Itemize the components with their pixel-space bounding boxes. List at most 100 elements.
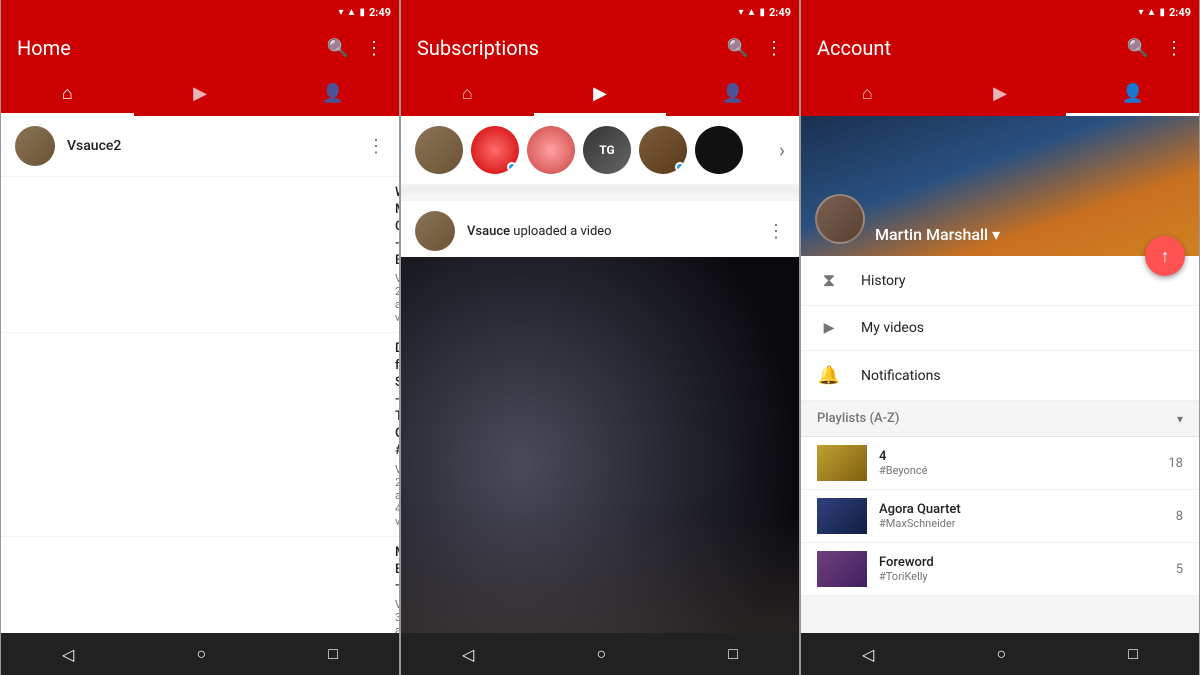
channel-menu-vsauce2[interactable]: ⋮ xyxy=(367,136,385,157)
playlist-item-agora[interactable]: Agora Quartet #MaxSchneider 8 xyxy=(801,490,1199,543)
signal-icon: ▲ xyxy=(347,7,357,18)
feed-thumb-vsauce[interactable]: 11:48 xyxy=(401,257,799,633)
tab-subs-home[interactable]: ▶ xyxy=(134,72,267,116)
feed-menu-vsauce[interactable]: ⋮ xyxy=(767,221,785,242)
video-item-2[interactable]: 4:33 Dying for Science -- Thought Glass … xyxy=(1,333,399,535)
sub-avatar-2[interactable] xyxy=(471,126,519,174)
playlist-thumb-foreword xyxy=(817,551,867,587)
search-icon-home[interactable]: 🔍 xyxy=(327,38,349,59)
nav-back-home[interactable]: ◁ xyxy=(62,645,74,664)
menu-item-notifications[interactable]: 🔔 Notifications xyxy=(801,351,1199,401)
tab-subs-account[interactable]: ▶ xyxy=(934,72,1067,116)
account-tab-icon-account: 👤 xyxy=(1121,83,1143,104)
app-bar-actions: 🔍 ⋮ xyxy=(327,38,383,59)
subs-tab-icon-subs: ▶ xyxy=(593,83,607,104)
status-bar-account: ▾ ▲ ▮ 2:49 xyxy=(801,0,1199,24)
sub-avatar-3[interactable] xyxy=(527,126,575,174)
nav-recent-home[interactable]: □ xyxy=(328,644,338,664)
video-item-3[interactable]: 5:11 MONSTER EYEBALL -- LÜT #53 Vsauce23… xyxy=(1,537,399,633)
subs-tab-icon-account: ▶ xyxy=(993,83,1007,104)
tab-account-subs[interactable]: 👤 xyxy=(666,72,799,116)
tab-bar-account: ⌂ ▶ 👤 xyxy=(801,72,1199,116)
more-icon-account[interactable]: ⋮ xyxy=(1165,38,1183,59)
nav-back-account[interactable]: ◁ xyxy=(862,645,874,664)
nav-home-account[interactable]: ○ xyxy=(996,644,1006,664)
account-user-row: Martin Marshall ▾ xyxy=(815,194,1185,244)
status-bar-home: ▾ ▲ ▮ 2:49 xyxy=(1,0,399,24)
home-tab-icon-subs: ⌂ xyxy=(462,83,473,104)
playlists-title: Playlists (A-Z) xyxy=(817,411,1177,426)
account-avatar[interactable] xyxy=(815,194,865,244)
sub-dot-5 xyxy=(675,162,685,172)
status-icons-subs: ▾ ▲ ▮ xyxy=(739,7,765,18)
search-icon-subs[interactable]: 🔍 xyxy=(727,38,749,59)
subs-tab-icon: ▶ xyxy=(193,83,207,104)
video-title-1: Wearable Mood Controller -- Mind Blow #9… xyxy=(395,185,399,269)
subs-content: TG › Vsauce uploaded a video ⋮ 11:48 xyxy=(401,116,799,633)
feed-uploader-avatar-vsauce xyxy=(415,211,455,251)
playlist-item-beyonce[interactable]: 4 #Beyoncé 18 xyxy=(801,437,1199,490)
phone-home: ▾ ▲ ▮ 2:49 Home 🔍 ⋮ ⌂ ▶ 👤 xyxy=(0,0,400,675)
scroll-arrow[interactable]: › xyxy=(779,138,785,162)
nav-home-home[interactable]: ○ xyxy=(196,644,206,664)
sub-avatar-1[interactable] xyxy=(415,126,463,174)
menu-item-history[interactable]: ⧗ History xyxy=(801,256,1199,306)
playlist-count-foreword: 5 xyxy=(1176,562,1183,577)
playlist-name-foreword: Foreword xyxy=(879,555,1176,570)
playlist-item-foreword[interactable]: Foreword #ToriKelly 5 xyxy=(801,543,1199,596)
playlist-info-foreword: Foreword #ToriKelly xyxy=(879,555,1176,583)
playlist-count-beyonce: 18 xyxy=(1168,456,1183,471)
nav-recent-subs[interactable]: □ xyxy=(728,644,738,664)
app-title-account: Account xyxy=(817,36,891,60)
status-bar-subs: ▾ ▲ ▮ 2:49 xyxy=(401,0,799,24)
signal-icon-account: ▲ xyxy=(1147,7,1157,18)
home-content: Vsauce2 ⋮ 5:41 Wearable Mood Controller … xyxy=(1,116,399,633)
tab-home-account[interactable]: ⌂ xyxy=(801,72,934,116)
upload-button[interactable]: ↑ xyxy=(1145,236,1185,276)
account-name-row: Martin Marshall ▾ xyxy=(875,225,1185,244)
playlists-sort-icon[interactable]: ▾ xyxy=(1177,412,1183,426)
video-title-3: MONSTER EYEBALL -- LÜT #53 xyxy=(395,545,399,596)
channel-row-vsauce2[interactable]: Vsauce2 ⋮ xyxy=(1,116,399,176)
tab-home-subs[interactable]: ⌂ xyxy=(401,72,534,116)
video-title-2: Dying for Science -- Thought Glass #12 xyxy=(395,341,399,459)
video-meta-1: Vsauce22 weeks ago · 664K views xyxy=(395,272,399,324)
sub-avatar-6[interactable] xyxy=(695,126,743,174)
tab-account-home[interactable]: 👤 xyxy=(266,72,399,116)
nav-recent-account[interactable]: □ xyxy=(1128,644,1138,664)
account-dropdown-icon[interactable]: ▾ xyxy=(992,225,1000,244)
sub-channels-scroll[interactable]: TG › xyxy=(401,116,799,184)
playlist-sub-foreword: #ToriKelly xyxy=(879,570,1176,583)
playlist-thumb-beyonce xyxy=(817,445,867,481)
playlist-count-agora: 8 xyxy=(1176,509,1183,524)
home-tab-icon-account: ⌂ xyxy=(862,83,873,104)
tab-home-home[interactable]: ⌂ xyxy=(1,72,134,116)
nav-home-subs[interactable]: ○ xyxy=(596,644,606,664)
playlist-name-agora: Agora Quartet xyxy=(879,502,1176,517)
more-icon-home[interactable]: ⋮ xyxy=(365,38,383,59)
bottom-nav-subs: ◁ ○ □ xyxy=(401,633,799,675)
video-item-1[interactable]: 5:41 Wearable Mood Controller -- Mind Bl… xyxy=(1,177,399,332)
tab-bar-home: ⌂ ▶ 👤 xyxy=(1,72,399,116)
battery-icon-subs: ▮ xyxy=(759,7,765,18)
app-title-subs: Subscriptions xyxy=(417,36,539,60)
account-tab-icon-subs: 👤 xyxy=(721,83,743,104)
battery-icon: ▮ xyxy=(359,7,365,18)
search-icon-account[interactable]: 🔍 xyxy=(1127,38,1149,59)
app-title-home: Home xyxy=(17,36,71,60)
app-bar-actions-subs: 🔍 ⋮ xyxy=(727,38,783,59)
tab-account-account[interactable]: 👤 xyxy=(1066,72,1199,116)
more-icon-subs[interactable]: ⋮ xyxy=(765,38,783,59)
menu-item-myvideos[interactable]: ▶ My videos xyxy=(801,306,1199,351)
sub-avatar-4[interactable]: TG xyxy=(583,126,631,174)
sub-avatar-5[interactable] xyxy=(639,126,687,174)
status-time-subs: 2:49 xyxy=(769,6,791,19)
tab-subs-subs[interactable]: ▶ xyxy=(534,72,667,116)
sub-dot-2 xyxy=(507,162,517,172)
app-bar-home: Home 🔍 ⋮ xyxy=(1,24,399,72)
phone-subscriptions: ▾ ▲ ▮ 2:49 Subscriptions 🔍 ⋮ ⌂ ▶ 👤 xyxy=(400,0,800,675)
upload-icon: ↑ xyxy=(1161,246,1170,267)
nav-back-subs[interactable]: ◁ xyxy=(462,645,474,664)
account-tab-icon: 👤 xyxy=(321,83,343,104)
video-meta-2: Vsauce22 weeks ago · 488K views xyxy=(395,463,399,528)
